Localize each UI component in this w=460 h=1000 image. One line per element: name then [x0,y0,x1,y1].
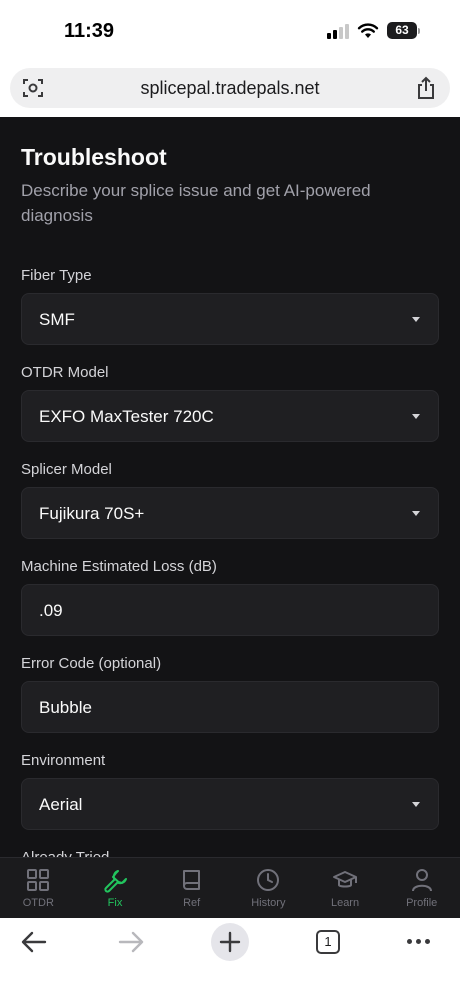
new-tab-button[interactable] [211,923,249,961]
otdr-model-label: OTDR Model [21,364,109,381]
tab-label: Ref [183,897,201,909]
fiber-type-label: Fiber Type [21,267,92,284]
grid-icon [27,869,50,891]
environment-value: Aerial [39,795,83,814]
share-icon[interactable] [416,76,436,100]
clock-icon [257,869,280,891]
estimated-loss-value: .09 [39,601,63,620]
tab-ref[interactable]: Ref [153,858,230,918]
splicer-model-value: Fujikura 70S+ [39,504,145,523]
splicer-model-select[interactable]: Fujikura 70S+ [21,487,439,539]
chevron-down-icon [412,802,420,807]
error-code-value: Bubble [39,698,92,717]
tab-label: OTDR [22,897,54,909]
page-subtitle: Describe your splice issue and get AI-po… [21,181,371,225]
back-arrow-icon[interactable] [20,930,48,954]
forward-arrow-icon[interactable] [117,930,145,954]
plus-icon [219,931,241,953]
graduation-cap-icon [333,871,358,888]
tab-label: History [251,897,286,909]
tab-label: Learn [330,897,360,909]
otdr-model-select[interactable]: EXFO MaxTester 720C [21,390,439,442]
fiber-type-value: SMF [39,310,75,329]
battery-icon: 63 [387,22,420,39]
tab-fix[interactable]: Fix [77,858,154,918]
tab-history[interactable]: History [230,858,307,918]
wrench-icon [104,870,127,893]
cellular-signal-icon [327,23,349,39]
error-code-input[interactable]: Bubble [21,681,439,733]
environment-label: Environment [21,752,106,769]
wifi-icon [357,22,379,38]
otdr-model-value: EXFO MaxTester 720C [39,407,214,426]
tab-otdr[interactable]: OTDR [0,858,77,918]
chevron-down-icon [412,414,420,419]
estimated-loss-input[interactable]: .09 [21,584,439,636]
chevron-down-icon [412,317,420,322]
status-bar: 11:39 63 [0,0,460,64]
tab-profile[interactable]: Profile [383,858,460,918]
tabs-button[interactable]: 1 [316,930,340,954]
status-time: 11:39 [64,20,115,42]
estimated-loss-label: Machine Estimated Loss (dB) [21,558,217,575]
tab-label: Fix [107,897,123,909]
user-icon [411,869,432,892]
tab-learn[interactable]: Learn [307,858,384,918]
browser-toolbar: 1 [0,918,460,1000]
status-icons: 63 [327,22,420,39]
page-title: Troubleshoot [21,144,167,170]
fiber-type-select[interactable]: SMF [21,293,439,345]
more-options-icon[interactable] [407,939,430,944]
battery-level: 63 [387,22,417,39]
already-tried-label: Already Tried [21,849,109,857]
splicer-model-label: Splicer Model [21,461,112,478]
url-text[interactable]: splicepal.tradepals.net [10,78,450,99]
book-icon [182,870,200,890]
error-code-label: Error Code (optional) [21,655,162,672]
troubleshoot-page: Troubleshoot Describe your splice issue … [0,117,460,857]
chevron-down-icon [412,511,420,516]
tab-label: Profile [406,897,438,909]
address-bar[interactable]: splicepal.tradepals.net [10,68,450,108]
bottom-tab-bar: OTDR Fix Ref History Learn Profile [0,857,460,918]
environment-select[interactable]: Aerial [21,778,439,830]
